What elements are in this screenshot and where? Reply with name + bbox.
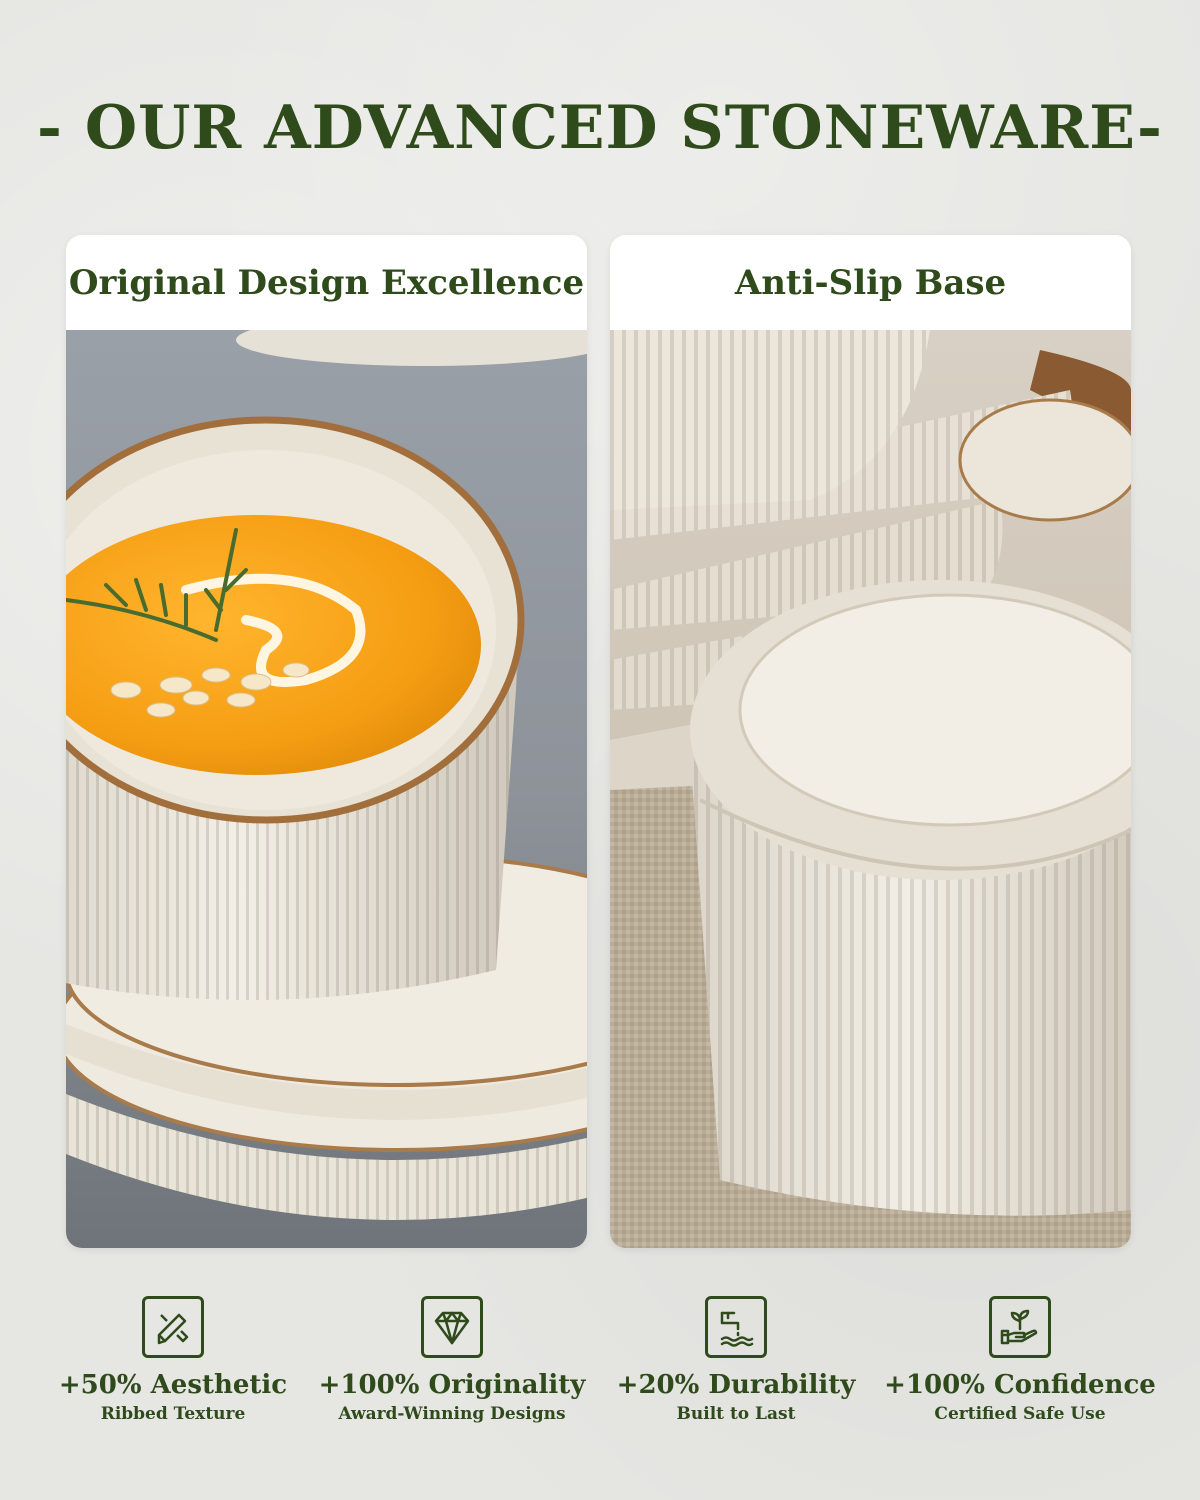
- upturned-bowl-photo: [610, 330, 1131, 1248]
- feature-title: +100% Confidence: [884, 1370, 1156, 1400]
- design-excellence-card: Original Design Excellence: [66, 235, 587, 1248]
- feature-title: +50% Aesthetic: [58, 1370, 288, 1400]
- feature-title: +20% Durability: [616, 1370, 856, 1400]
- feature-subtitle: Ribbed Texture: [100, 1404, 246, 1424]
- feature-subtitle: Built to Last: [676, 1404, 796, 1424]
- feature-originality: +100% Originality Award-Winning Designs: [307, 1296, 597, 1424]
- soup-bowl-photo: [66, 330, 587, 1248]
- page-headline: - OUR ADVANCED STONEWARE-: [37, 93, 1163, 163]
- feature-confidence: +100% Confidence Certified Safe Use: [875, 1296, 1165, 1424]
- card-title: Original Design Excellence: [66, 235, 587, 330]
- feature-durability: +20% Durability Built to Last: [591, 1296, 881, 1424]
- feature-title: +100% Originality: [318, 1370, 586, 1400]
- feature-subtitle: Certified Safe Use: [934, 1404, 1106, 1424]
- feature-aesthetic: +50% Aesthetic Ribbed Texture: [28, 1296, 318, 1424]
- feature-list: +50% Aesthetic Ribbed Texture +100% Orig…: [0, 1296, 1200, 1446]
- card-title: Anti-Slip Base: [610, 235, 1131, 330]
- diamond-icon: [421, 1296, 483, 1358]
- feature-subtitle: Award-Winning Designs: [338, 1404, 566, 1424]
- faucet-water-icon: [705, 1296, 767, 1358]
- anti-slip-base-card: Anti-Slip Base: [610, 235, 1131, 1248]
- hand-sprout-icon: [989, 1296, 1051, 1358]
- pencil-ruler-icon: [142, 1296, 204, 1358]
